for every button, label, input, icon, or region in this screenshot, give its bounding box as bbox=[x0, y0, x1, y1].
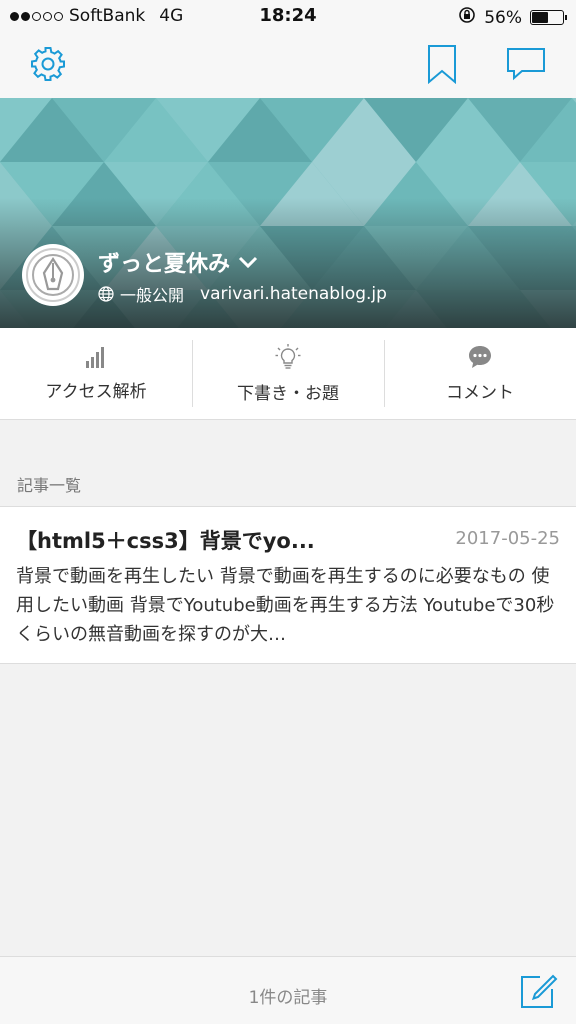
battery-percent: 56% bbox=[484, 7, 522, 28]
entries-section-label: 記事一覧 bbox=[17, 476, 82, 495]
blog-title: ずっと夏休み bbox=[98, 252, 231, 277]
tab-access-analytics[interactable]: アクセス解析 bbox=[0, 328, 192, 419]
globe-icon bbox=[98, 286, 114, 302]
blog-title-selector[interactable]: ずっと夏休み bbox=[98, 246, 258, 278]
blog-url[interactable]: varivari.hatenablog.jp bbox=[200, 284, 387, 304]
tab-label: 下書き・お題 bbox=[237, 384, 339, 404]
chevron-down-icon bbox=[238, 256, 258, 269]
entry-excerpt: 背景で動画を再生したい 背景で動画を再生するのに必要なもの 使用したい動画 背景… bbox=[16, 566, 555, 645]
rotation-lock-icon bbox=[458, 6, 476, 29]
battery-info: 56% bbox=[458, 6, 567, 29]
compose-button[interactable] bbox=[518, 971, 558, 1011]
tab-comments[interactable]: コメント bbox=[384, 328, 576, 419]
compose-icon bbox=[521, 974, 558, 1008]
avatar[interactable] bbox=[22, 244, 84, 306]
entry-title: 【html5＋css3】背景でyo... bbox=[16, 529, 315, 553]
bottom-toolbar: 1件の記事 bbox=[0, 956, 576, 1024]
dashboard-tabs: アクセス解析 下書き・お題 コメント bbox=[0, 328, 576, 420]
battery-icon bbox=[530, 10, 567, 25]
visibility-label: 一般公開 bbox=[120, 286, 185, 305]
bar-chart-icon bbox=[86, 347, 104, 368]
lightbulb-icon bbox=[275, 344, 301, 369]
blog-header: ずっと夏休み 一般公開 varivari.hatenablog.jp bbox=[0, 98, 576, 328]
status-bar: SoftBank 4G 18:24 56% bbox=[0, 0, 576, 32]
entry-count: 1件の記事 bbox=[248, 988, 328, 1008]
bookmark-icon bbox=[428, 45, 456, 84]
tab-drafts-topics[interactable]: 下書き・お題 bbox=[192, 328, 384, 419]
tab-label: アクセス解析 bbox=[45, 382, 147, 402]
speech-bubble-icon bbox=[507, 48, 545, 81]
gear-icon bbox=[31, 47, 65, 81]
list-item[interactable]: 【html5＋css3】背景でyo... 2017-05-25 背景で動画を再生… bbox=[0, 506, 576, 664]
bookmark-button[interactable] bbox=[420, 42, 464, 86]
settings-button[interactable] bbox=[26, 42, 70, 86]
fountain-pen-nib-icon bbox=[26, 248, 80, 302]
nav-bar bbox=[0, 32, 576, 98]
tab-label: コメント bbox=[446, 383, 514, 403]
comment-bubble-icon bbox=[469, 346, 491, 368]
entry-date: 2017-05-25 bbox=[455, 528, 560, 549]
comments-button[interactable] bbox=[504, 42, 548, 86]
blog-meta: 一般公開 varivari.hatenablog.jp bbox=[98, 282, 387, 306]
